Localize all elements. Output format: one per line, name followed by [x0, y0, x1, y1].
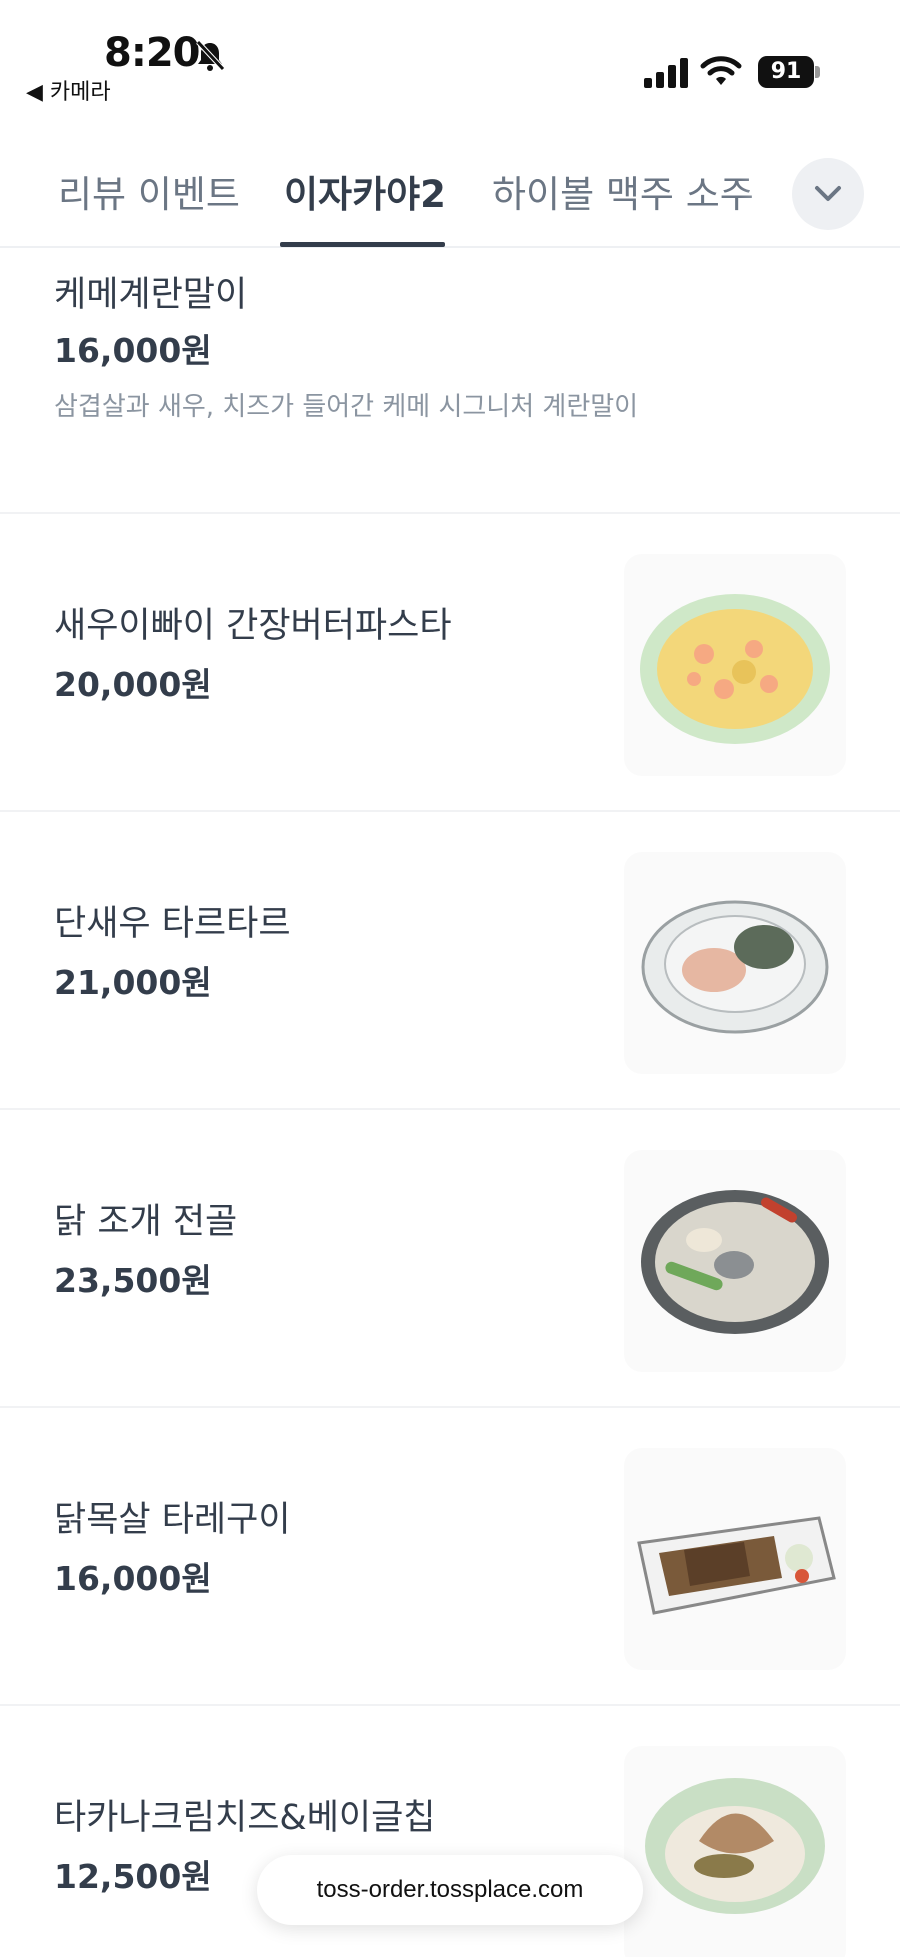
menu-item-name: 닭 조개 전골 — [54, 1202, 238, 1242]
menu-item[interactable]: 닭 조개 전골 23,500원 — [0, 1110, 900, 1408]
chevron-down-icon — [815, 186, 841, 201]
shrimp-pasta-photo — [624, 554, 846, 776]
chicken-clam-hotpot-photo — [624, 1150, 846, 1372]
menu-item-name: 타카나크림치즈&베이글칩 — [54, 1798, 436, 1838]
tab-highball-beer-soju[interactable]: 하이볼 맥주 소주 — [492, 164, 754, 218]
signal-icon — [644, 58, 690, 88]
category-tab-bar: 리뷰 이벤트 이자카야2 하이볼 맥주 소주 — [0, 140, 900, 248]
menu-item-name: 단새우 타르타르 — [54, 904, 291, 944]
menu-item-name: 새우이빠이 간장버터파스타 — [54, 606, 452, 646]
takana-cream-cheese-photo — [624, 1746, 846, 1957]
menu-item[interactable]: 닭목살 타레구이 16,000원 — [0, 1408, 900, 1706]
battery-level: 91 — [758, 56, 814, 88]
bell-muted-icon — [192, 38, 228, 74]
menu-item-price: 23,500원 — [54, 1261, 212, 1300]
tab-izakaya2[interactable]: 이자카야2 — [284, 164, 446, 218]
menu-item-price: 12,500원 — [54, 1857, 212, 1896]
menu-item[interactable]: 새우이빠이 간장버터파스타 20,000원 — [0, 514, 900, 812]
menu-item[interactable]: 케메계란말이 16,000원 삼겹살과 새우, 치즈가 들어간 케메 시그니처 … — [0, 248, 900, 514]
url-pill[interactable]: toss-order.tossplace.com — [257, 1855, 643, 1925]
menu-item-price: 21,000원 — [54, 963, 212, 1002]
status-bar: 8:20 ◀ 카메라 91 — [0, 0, 900, 120]
status-time: 8:20 — [104, 30, 200, 76]
shrimp-tartare-photo — [624, 852, 846, 1074]
menu-item-name: 닭목살 타레구이 — [54, 1500, 291, 1540]
menu-item[interactable]: 단새우 타르타르 21,000원 — [0, 812, 900, 1110]
menu-item-description: 삼겹살과 새우, 치즈가 들어간 케메 시그니처 계란말이 — [54, 392, 639, 422]
wifi-icon — [700, 54, 742, 88]
battery-cap — [815, 66, 820, 78]
tab-review-event[interactable]: 리뷰 이벤트 — [58, 164, 240, 218]
tab-more-button[interactable] — [792, 158, 864, 230]
chicken-neck-tare-photo — [624, 1448, 846, 1670]
battery-icon: 91 — [758, 56, 820, 88]
menu-item-price: 20,000원 — [54, 665, 212, 704]
active-tab-indicator — [280, 242, 445, 247]
back-to-camera-link[interactable]: ◀ 카메라 — [26, 74, 111, 106]
menu-item-price: 16,000원 — [54, 331, 212, 370]
menu-item-price: 16,000원 — [54, 1559, 212, 1598]
menu-item-name: 케메계란말이 — [54, 275, 248, 315]
